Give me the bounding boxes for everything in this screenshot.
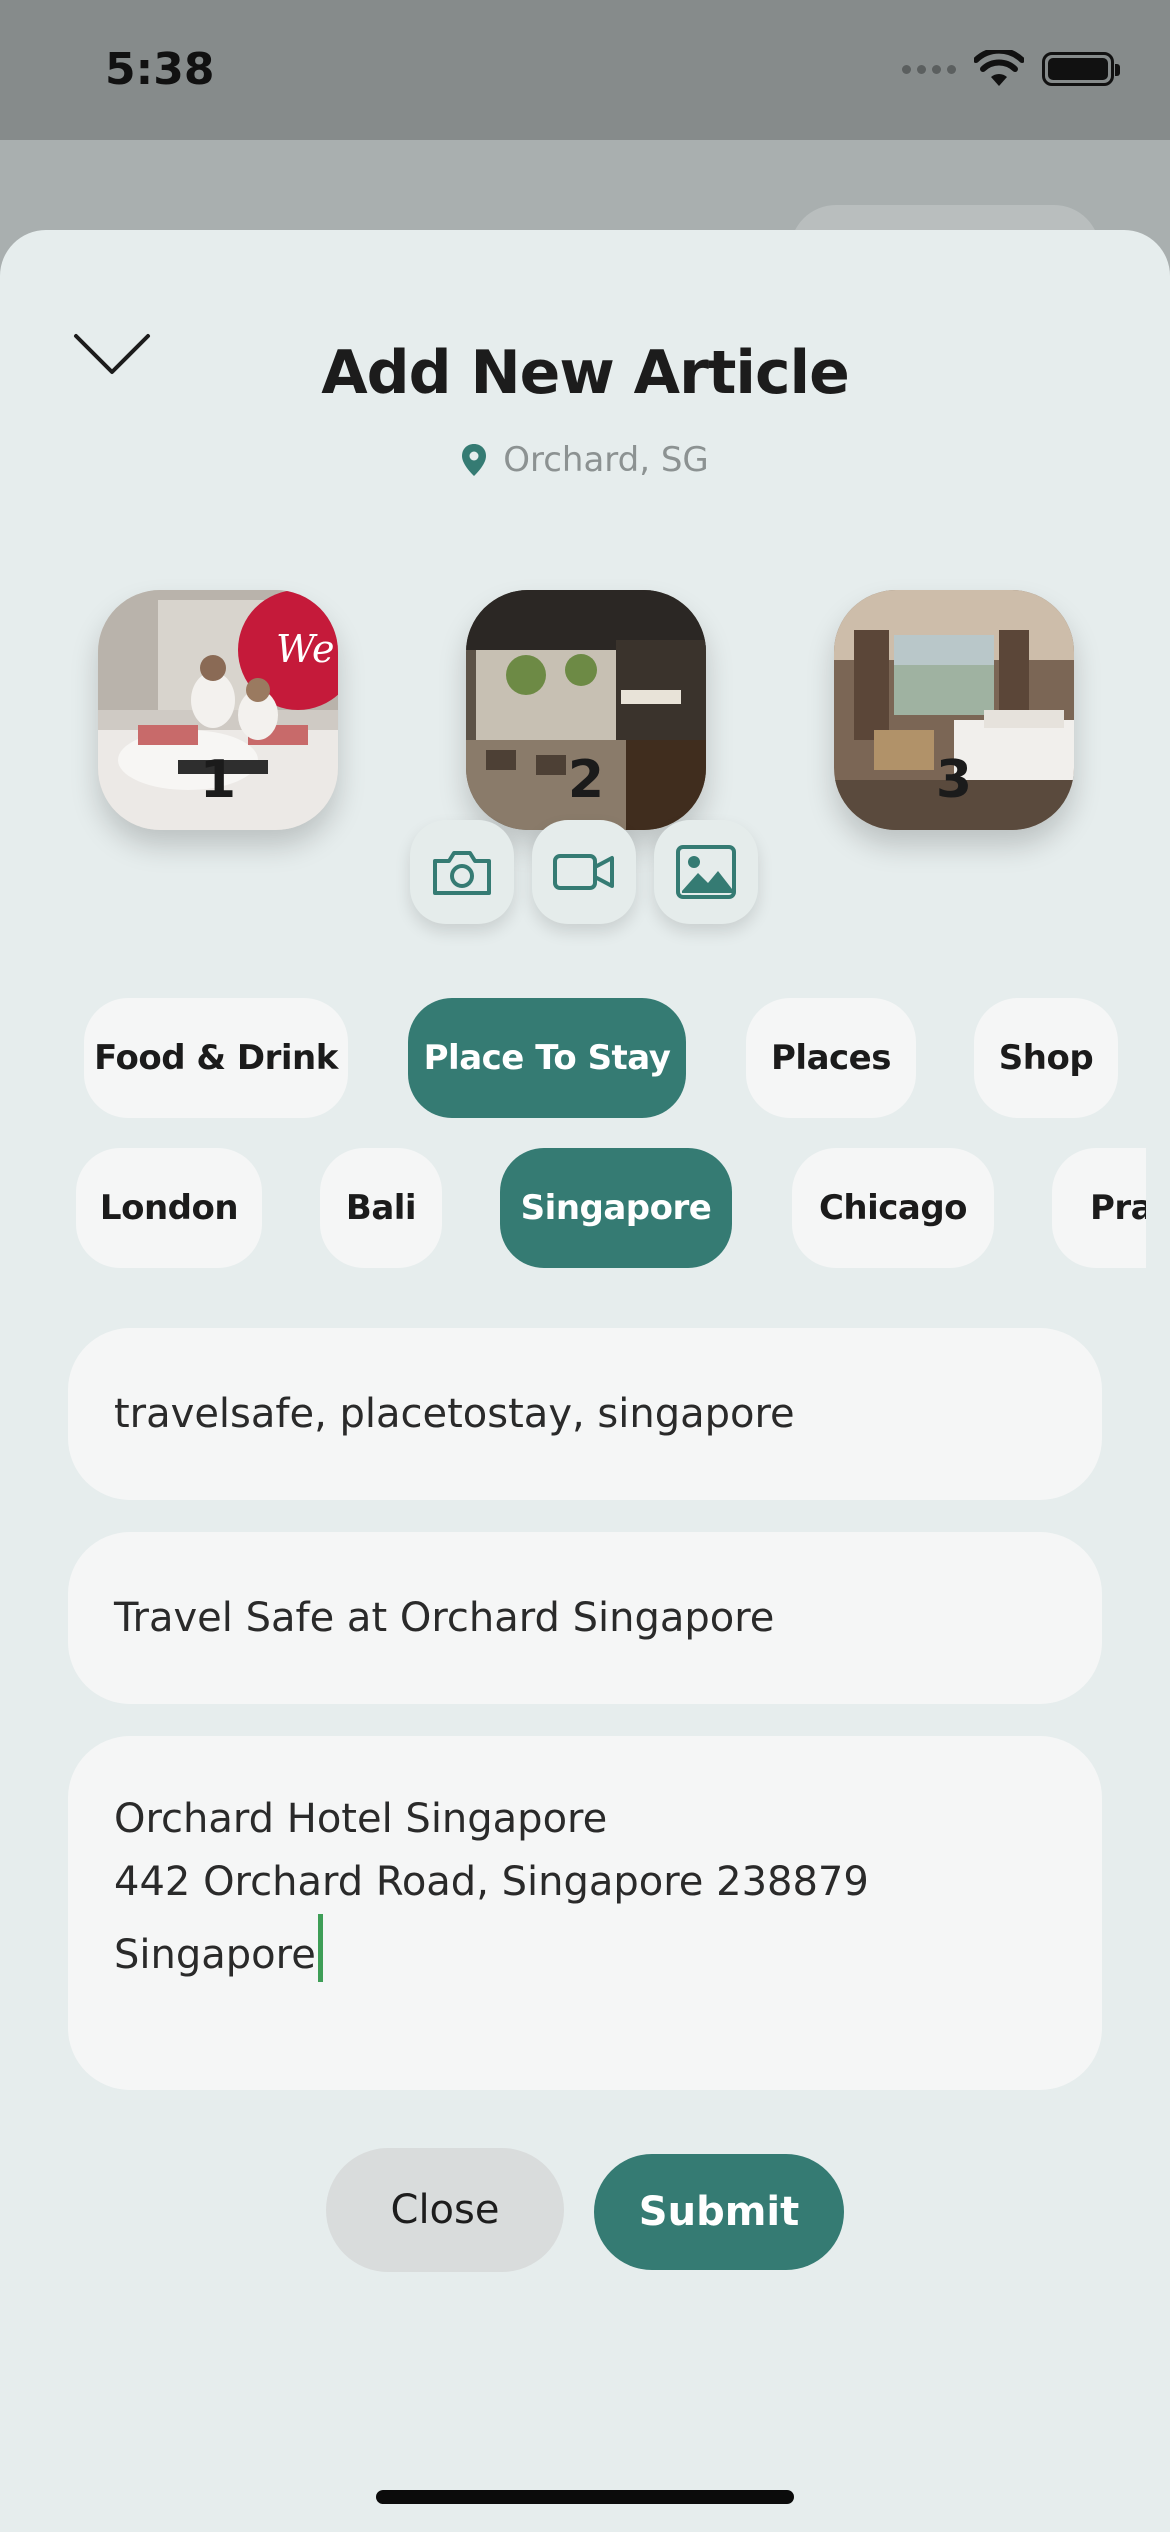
article-title-value: Travel Safe at Orchard Singapore [114, 1595, 775, 1641]
city-chip-chicago[interactable]: Chicago [792, 1148, 994, 1268]
photo-thumbnail[interactable]: 3 [834, 590, 1074, 830]
sheet-title: Add New Article [321, 338, 850, 408]
description-line: Orchard Hotel Singapore [114, 1796, 608, 1842]
submit-button[interactable]: Submit [594, 2154, 844, 2270]
article-title-input[interactable]: Travel Safe at Orchard Singapore [68, 1532, 1102, 1704]
close-button[interactable]: Close [326, 2148, 564, 2272]
city-chip-bali[interactable]: Bali [320, 1148, 442, 1268]
category-chip-place-to-stay[interactable]: Place To Stay [408, 998, 686, 1118]
svg-text:We: We [276, 627, 334, 671]
category-chip-shop[interactable]: Shop [974, 998, 1118, 1118]
photo-number: 2 [567, 750, 605, 810]
status-time: 5:38 [105, 44, 215, 95]
text-caret [317, 1914, 323, 1982]
photo-thumbnail[interactable]: We 1 [98, 590, 338, 830]
wifi-icon [974, 50, 1024, 86]
tags-value: travelsafe, placetostay, singapore [114, 1391, 795, 1437]
signal-icon [902, 64, 956, 74]
description-line: 442 Orchard Road, Singapore 238879 [114, 1859, 869, 1905]
description-line: Singapore [114, 1932, 316, 1978]
category-chip-food-drink[interactable]: Food & Drink [84, 998, 348, 1118]
description-textarea[interactable]: Orchard Hotel Singapore 442 Orchard Road… [68, 1736, 1102, 2090]
location-pin-icon [462, 444, 487, 476]
city-chip-prag[interactable]: Prag [1052, 1148, 1146, 1268]
image-icon [676, 845, 736, 899]
location-row: Orchard, SG [0, 440, 1170, 480]
location-label: Orchard, SG [503, 440, 709, 480]
city-chip-row: London Bali Singapore Chicago Prag [0, 1140, 1146, 1270]
camera-icon [433, 851, 491, 895]
photo-thumbnail[interactable]: 2 [466, 590, 706, 830]
camera-button[interactable] [410, 820, 514, 924]
description-line-last: Singapore [114, 1914, 1102, 1987]
category-chip-places[interactable]: Places [746, 998, 916, 1118]
photo-number: 3 [935, 750, 973, 810]
video-button[interactable] [532, 820, 636, 924]
battery-icon [1042, 52, 1120, 86]
tags-input[interactable]: travelsafe, placetostay, singapore [68, 1328, 1102, 1500]
city-chip-london[interactable]: London [76, 1148, 262, 1268]
home-indicator [376, 2490, 794, 2504]
video-icon [553, 854, 614, 890]
photo-number: 1 [199, 750, 237, 810]
status-icons [902, 50, 1120, 88]
city-chip-singapore[interactable]: Singapore [500, 1148, 732, 1268]
gallery-button[interactable] [654, 820, 758, 924]
